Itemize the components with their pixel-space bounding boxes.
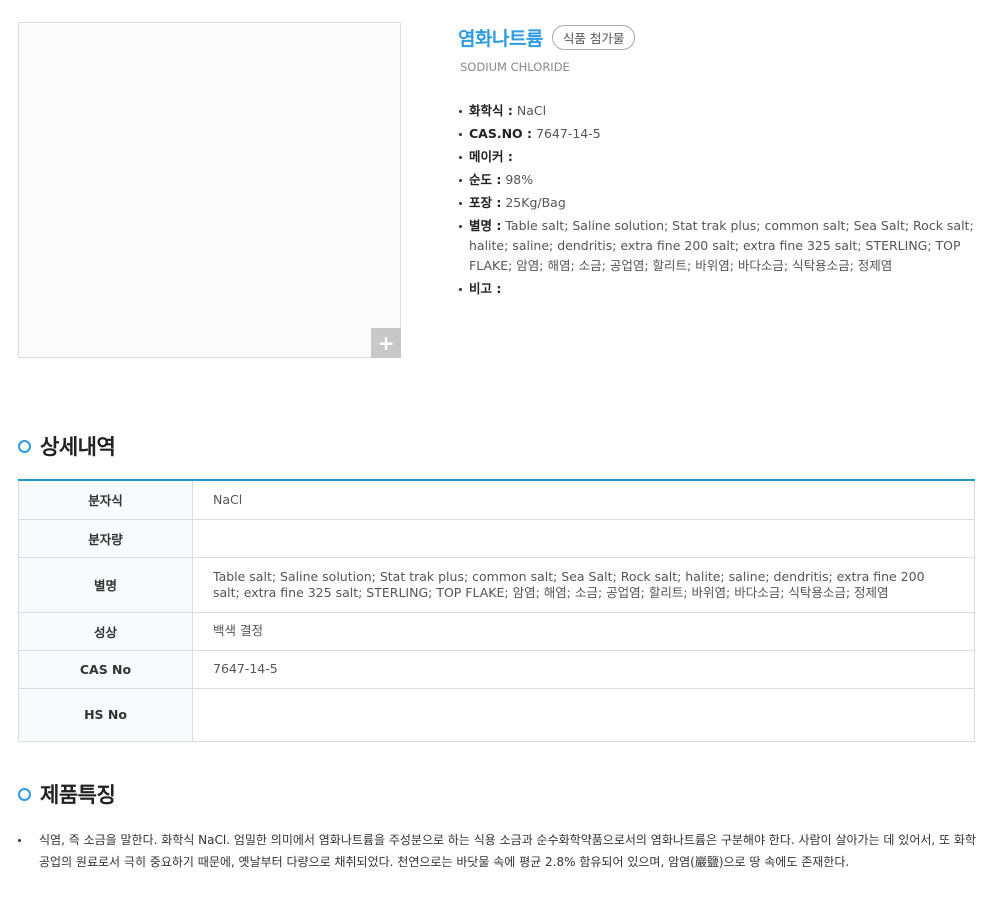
row-label: 분자량 <box>18 518 193 558</box>
table-row: 분자량 <box>18 518 975 558</box>
detail-table: 분자식 NaCl 분자량 별명 Table salt; Saline solut… <box>18 479 975 742</box>
spec-packaging: 포장 : 25Kg/Bag <box>458 193 978 213</box>
row-value <box>192 687 975 742</box>
spec-remarks: 비고 : <box>458 279 978 299</box>
row-value: 7647-14-5 <box>192 649 975 689</box>
spec-value: 98% <box>505 172 534 187</box>
table-row: CAS No 7647-14-5 <box>18 649 975 689</box>
spec-label: 순도 : <box>469 172 502 187</box>
feature-list: 식염, 즉 소금을 말한다. 화학식 NaCl. 엄밀한 의미에서 염화나트륨을… <box>18 829 978 873</box>
spec-purity: 순도 : 98% <box>458 170 978 190</box>
table-row: 별명 Table salt; Saline solution; Stat tra… <box>18 556 975 613</box>
features-heading-text: 제품특징 <box>40 783 116 807</box>
spec-cas: CAS.NO : 7647-14-5 <box>458 124 978 144</box>
features-heading: 제품특징 <box>18 779 116 809</box>
table-row: 성상 백색 결정 <box>18 611 975 651</box>
row-value: Table salt; Saline solution; Stat trak p… <box>192 556 975 613</box>
product-image: + <box>18 22 401 358</box>
plus-icon: + <box>377 331 395 355</box>
table-row: 분자식 NaCl <box>18 479 975 520</box>
row-label: 분자식 <box>18 479 193 520</box>
spec-list: 화학식 : NaCl CAS.NO : 7647-14-5 메이커 : 순도 :… <box>458 101 978 299</box>
spec-value: NaCl <box>516 103 547 118</box>
title-row: 염화나트륨 식품 첨가물 <box>458 22 978 52</box>
spec-label: CAS.NO : <box>469 126 533 141</box>
row-label: CAS No <box>18 649 193 689</box>
details-heading: 상세내역 <box>18 431 116 461</box>
zoom-button[interactable]: + <box>371 328 401 358</box>
table-row: HS No <box>18 687 975 742</box>
spec-label: 포장 : <box>469 195 502 210</box>
spec-value: 25Kg/Bag <box>505 195 566 210</box>
spec-label: 화학식 : <box>469 103 513 118</box>
spec-label: 별명 : <box>469 218 502 233</box>
product-title: 염화나트륨 <box>458 27 543 50</box>
row-label: 별명 <box>18 556 193 613</box>
spec-formula: 화학식 : NaCl <box>458 101 978 121</box>
row-value <box>192 518 975 558</box>
row-label: HS No <box>18 687 193 742</box>
category-badge: 식품 첨가물 <box>551 24 636 50</box>
spec-label: 비고 : <box>469 281 502 296</box>
spec-label: 메이커 : <box>469 149 513 164</box>
list-item: 식염, 즉 소금을 말한다. 화학식 NaCl. 엄밀한 의미에서 염화나트륨을… <box>18 829 978 873</box>
spec-value: Table salt; Saline solution; Stat trak p… <box>469 218 974 273</box>
spec-aliases: 별명 : Table salt; Saline solution; Stat t… <box>458 216 978 276</box>
circle-icon <box>18 439 31 453</box>
product-subtitle: SODIUM CHLORIDE <box>460 60 570 74</box>
product-info: 염화나트륨 식품 첨가물 SODIUM CHLORIDE 화학식 : NaCl … <box>458 22 978 302</box>
circle-icon <box>18 787 31 801</box>
row-value: 백색 결정 <box>192 611 975 651</box>
details-heading-text: 상세내역 <box>40 435 116 459</box>
row-label: 성상 <box>18 611 193 651</box>
spec-maker: 메이커 : <box>458 147 978 167</box>
row-value: NaCl <box>192 479 975 520</box>
spec-value: 7647-14-5 <box>536 126 601 141</box>
